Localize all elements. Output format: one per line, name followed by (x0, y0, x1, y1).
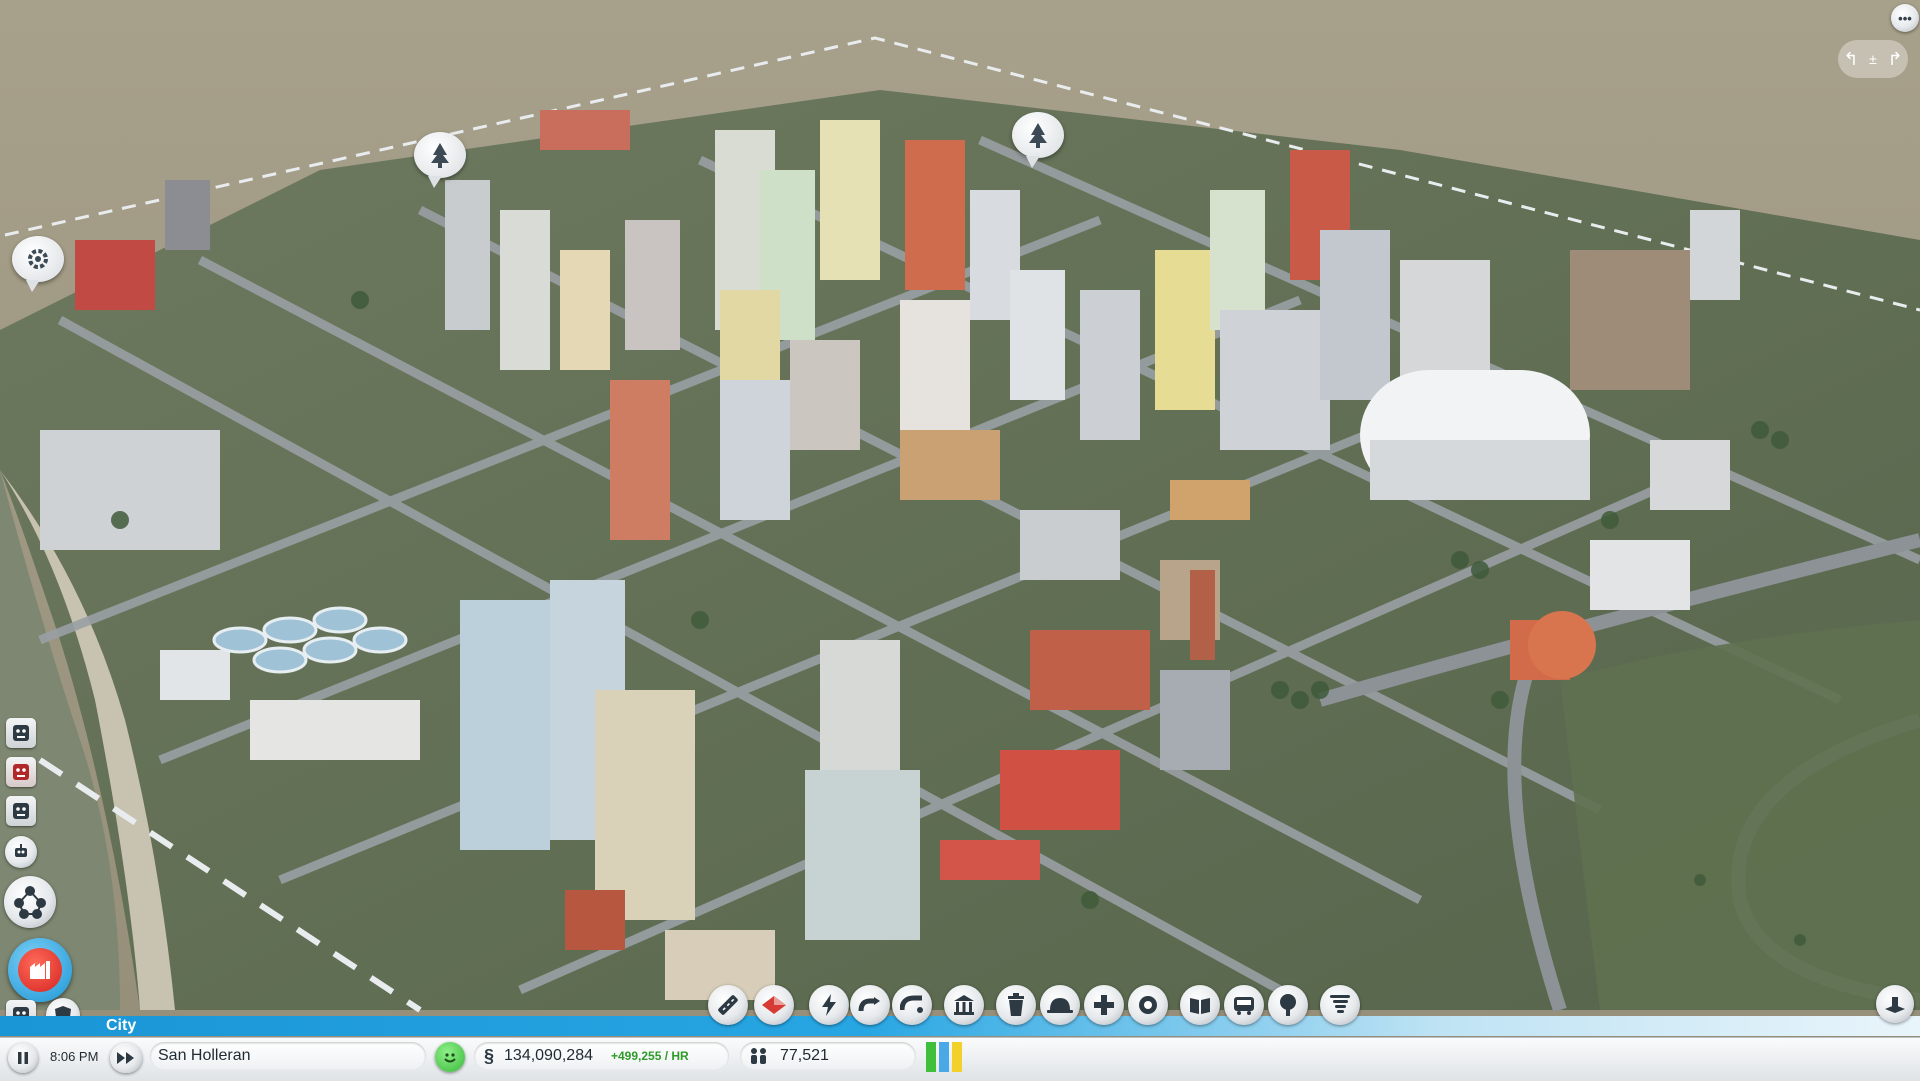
tree-icon (431, 143, 449, 168)
resident-face-icon[interactable] (6, 796, 36, 826)
happiness-indicator[interactable] (435, 1042, 465, 1072)
resident-face-icon-alert[interactable] (6, 757, 36, 787)
fast-forward-icon (117, 1052, 134, 1064)
fire-station-icon (18, 948, 62, 992)
pause-icon (18, 1052, 28, 1064)
mode-label: City (106, 1017, 137, 1034)
rotate-right-icon[interactable]: ↱ (1888, 49, 1903, 70)
fire-helmet-icon[interactable] (1040, 985, 1080, 1025)
more-icon: ••• (1898, 10, 1912, 26)
park-alert-bubble[interactable] (414, 132, 466, 188)
power-bar-yellow (952, 1042, 962, 1072)
police-badge-icon[interactable] (1128, 985, 1168, 1025)
city-funds: 134,090,284 (504, 1047, 593, 1064)
game-time: 8:06 PM (50, 1049, 99, 1064)
water-pipe-icon[interactable] (850, 985, 890, 1025)
population-icon (751, 1048, 766, 1064)
robot-icon[interactable] (5, 836, 37, 868)
fire-station-button[interactable] (8, 938, 72, 1002)
sewage-icon[interactable] (892, 985, 932, 1025)
camera-rotate-control[interactable]: ↰ ± ↱ (1838, 40, 1908, 78)
landmark-tornado-icon[interactable] (1320, 985, 1360, 1025)
resident-face-icon[interactable] (6, 718, 36, 748)
funds-field[interactable]: § 134,090,284 +499,255 / HR (474, 1042, 729, 1070)
map-view-icon (1885, 997, 1905, 1013)
game-speed-button[interactable] (110, 1043, 142, 1073)
utility-alert-bubble[interactable] (12, 236, 64, 292)
power-bolt-icon[interactable] (809, 985, 849, 1025)
zone-tool-icon[interactable] (754, 985, 794, 1025)
power-meter[interactable] (926, 1042, 974, 1072)
rotate-left-icon[interactable]: ↰ (1843, 49, 1858, 70)
power-bar-blue (939, 1042, 949, 1072)
park-alert-bubble[interactable] (1012, 112, 1064, 168)
region-network-icon[interactable] (4, 876, 56, 928)
happy-face-icon (444, 1053, 456, 1063)
government-building-icon[interactable] (944, 985, 984, 1025)
city-view[interactable] (0, 0, 1920, 1080)
parks-tree-icon[interactable] (1268, 985, 1308, 1025)
view-mode-button[interactable] (1876, 985, 1914, 1023)
options-menu-button[interactable]: ••• (1891, 4, 1919, 32)
city-name-field[interactable]: San Holleran (150, 1042, 426, 1070)
city-name: San Holleran (158, 1047, 251, 1064)
education-book-icon[interactable] (1180, 985, 1220, 1025)
pause-button[interactable] (8, 1043, 38, 1073)
health-cross-icon[interactable] (1084, 985, 1124, 1025)
population-field[interactable]: 77,521 (740, 1042, 916, 1070)
hourly-income: +499,255 / HR (611, 1049, 689, 1063)
garbage-can-icon[interactable] (996, 985, 1036, 1025)
tree-icon (1029, 123, 1047, 148)
transport-bus-icon[interactable] (1224, 985, 1264, 1025)
zoom-icon[interactable]: ± (1869, 51, 1877, 67)
power-bar-green (926, 1042, 936, 1072)
gear-icon (28, 249, 48, 269)
simoleon-icon: § (484, 1045, 495, 1066)
city-population: 77,521 (780, 1047, 829, 1064)
road-tool-icon[interactable] (708, 985, 748, 1025)
